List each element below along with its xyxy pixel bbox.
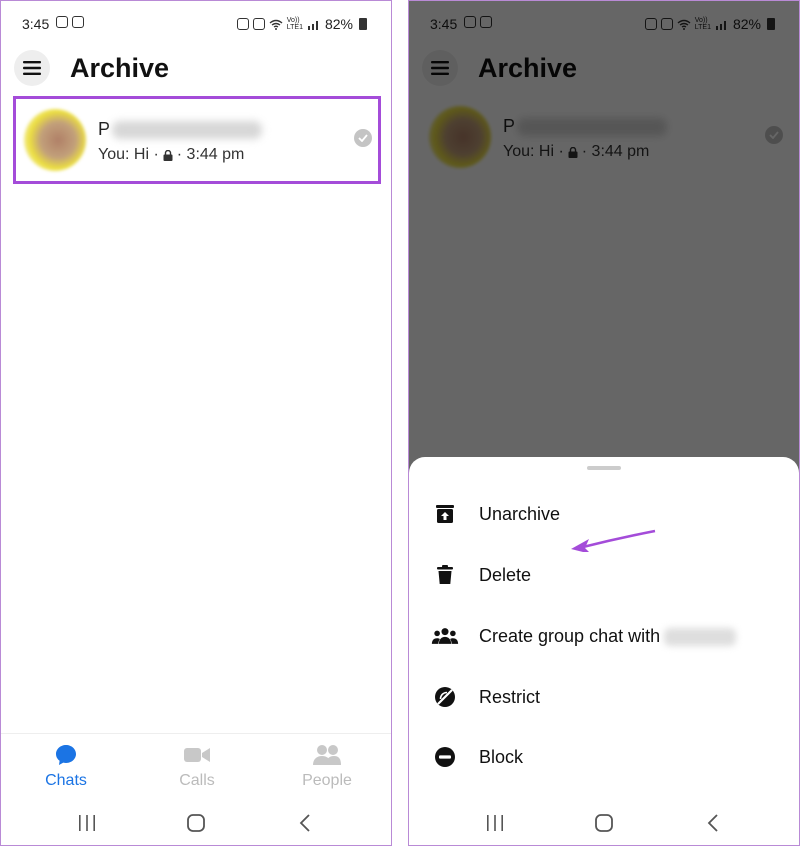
system-nav-bar	[1, 801, 391, 845]
back-button[interactable]	[701, 811, 725, 835]
blurred-contact-name	[664, 627, 737, 646]
unarchive-option[interactable]: Unarchive	[409, 490, 799, 552]
trash-icon	[437, 565, 453, 584]
system-nav-bar	[409, 801, 799, 845]
signal-icon	[307, 20, 318, 30]
app-bar: Archive	[1, 45, 391, 93]
archived-chat-row[interactable]: P You: Hi · · 3:44 pm	[13, 96, 381, 184]
home-button[interactable]	[592, 811, 616, 835]
avatar	[24, 109, 86, 171]
tab-people[interactable]: People	[277, 742, 377, 790]
hamburger-icon	[23, 61, 41, 75]
restrict-option[interactable]: Restrict	[409, 673, 799, 721]
create-group-chat-label: Create group chat with	[479, 626, 737, 647]
battery-icon	[359, 18, 367, 30]
recents-icon	[79, 815, 95, 831]
gallery-icon	[72, 16, 84, 28]
home-icon	[595, 814, 613, 832]
group-icon	[431, 628, 459, 644]
recents-icon	[487, 815, 503, 831]
recents-button[interactable]	[483, 811, 507, 835]
video-camera-icon	[184, 748, 210, 762]
block-label: Block	[479, 746, 524, 767]
tab-calls[interactable]: Calls	[147, 742, 247, 790]
recents-button[interactable]	[75, 811, 99, 835]
read-check-icon	[354, 129, 372, 147]
back-button[interactable]	[293, 811, 317, 835]
unarchive-label: Unarchive	[479, 503, 561, 524]
status-time: 3:45	[22, 16, 50, 32]
unarchive-icon	[436, 505, 454, 523]
lock-icon	[163, 149, 173, 161]
block-option[interactable]: Block	[409, 733, 799, 781]
chat-bubble-icon	[56, 745, 76, 765]
network-type: Vo))LTE1	[286, 17, 303, 31]
restrict-label: Restrict	[479, 686, 541, 707]
back-icon	[707, 814, 718, 832]
menu-button[interactable]	[14, 50, 50, 86]
annotation-arrow	[571, 529, 656, 552]
home-icon	[187, 814, 205, 832]
instagram-icon	[56, 16, 68, 28]
chat-name: P	[98, 119, 263, 140]
people-icon	[313, 745, 341, 765]
battery-percent: 82%	[324, 16, 353, 32]
right-phone-screen: 3:45 Vo))LTE1 82% Archive P You: Hi	[408, 0, 800, 846]
bottom-tab-bar: Chats Calls People	[1, 733, 391, 801]
alarm-icon	[252, 18, 265, 30]
sheet-drag-handle[interactable]	[587, 466, 621, 470]
left-phone-screen: 3:45 Vo)) LTE1 82% Archive P You: Hi · ·…	[0, 0, 392, 846]
delete-label: Delete	[479, 564, 532, 585]
block-icon	[435, 747, 455, 767]
back-icon	[299, 814, 310, 832]
home-button[interactable]	[184, 811, 208, 835]
chat-preview: You: Hi · · 3:44 pm	[98, 146, 245, 163]
status-bar: 3:45 Vo))LTE1 82%	[1, 1, 391, 45]
options-bottom-sheet: Unarchive Delete Create group chat with …	[409, 457, 799, 845]
lock-status-icon	[236, 18, 249, 30]
delete-option[interactable]: Delete	[409, 551, 799, 599]
page-title: Archive	[70, 53, 170, 83]
blurred-name	[112, 121, 263, 140]
restrict-icon	[435, 687, 455, 707]
wifi-icon	[269, 19, 283, 30]
create-group-chat-option[interactable]: Create group chat with	[409, 612, 799, 660]
tab-chats[interactable]: Chats	[16, 742, 116, 790]
